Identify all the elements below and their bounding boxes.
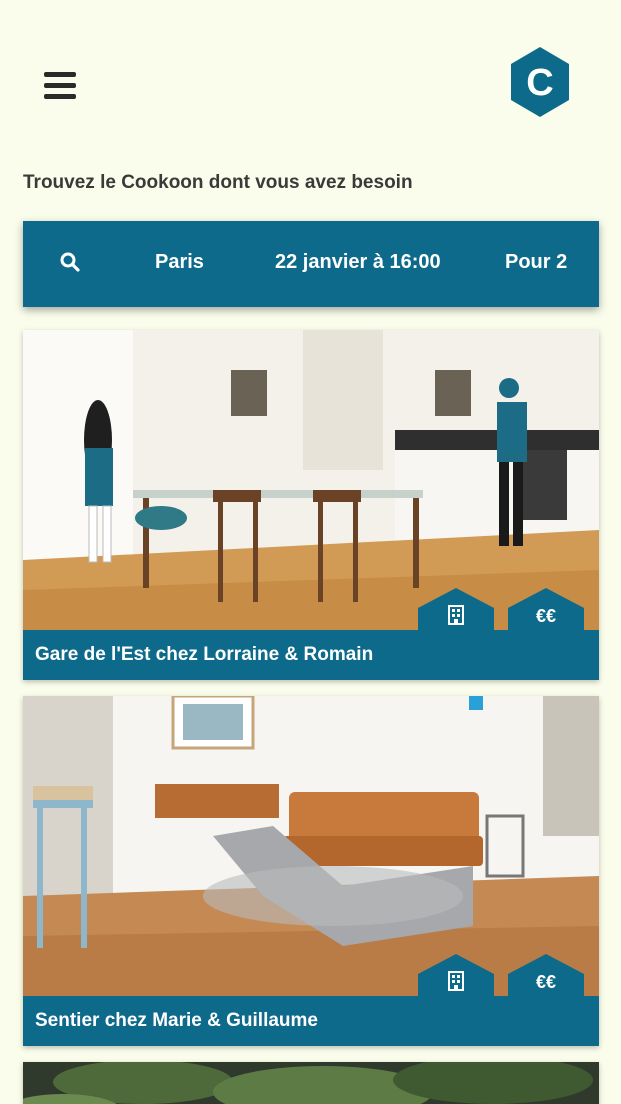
price-badge: €€ [508, 954, 584, 998]
page-headline: Trouvez le Cookoon dont vous avez besoin [23, 172, 413, 193]
hamburger-menu-icon[interactable] [44, 72, 76, 100]
listing-title-bar: Sentier chez Marie & Guillaume [23, 996, 599, 1046]
price-level: €€ [535, 606, 557, 626]
listing-title: Sentier chez Marie & Guillaume [35, 1010, 318, 1031]
search-icon[interactable] [59, 251, 81, 273]
listing-card[interactable]: €€ Gare de l'Est chez Lorraine & Romain [23, 330, 599, 680]
listing-photo [23, 330, 599, 630]
listing-card[interactable] [23, 1062, 599, 1104]
price-badge: €€ [508, 588, 584, 632]
guests-selector[interactable]: Pour 2 [505, 251, 567, 274]
city-selector[interactable]: Paris [155, 251, 204, 274]
logo-letter: C [526, 62, 553, 104]
listing-card[interactable]: €€ Sentier chez Marie & Guillaume [23, 696, 599, 1046]
listing-title-bar: Gare de l'Est chez Lorraine & Romain [23, 630, 599, 680]
price-level: €€ [535, 972, 557, 992]
datetime-selector[interactable]: 22 janvier à 16:00 [275, 251, 441, 274]
listing-photo [23, 696, 599, 996]
search-bar[interactable]: Paris 22 janvier à 16:00 Pour 2 [23, 221, 599, 307]
listing-title: Gare de l'Est chez Lorraine & Romain [35, 644, 374, 665]
app-screen: C Trouvez le Cookoon dont vous avez beso… [0, 0, 621, 1104]
cookoon-logo[interactable]: C [509, 46, 571, 118]
listing-photo [23, 1062, 599, 1104]
building-type-badge [418, 954, 494, 998]
building-type-badge [418, 588, 494, 632]
